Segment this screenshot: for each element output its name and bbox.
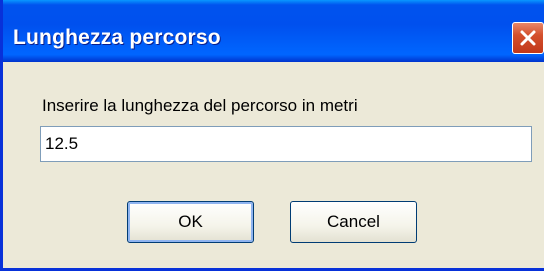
dialog-body: Inserire la lunghezza del percorso in me… [6,62,544,268]
window-title: Lunghezza percorso [13,26,221,49]
close-icon [520,30,536,46]
close-button[interactable] [512,22,544,54]
cancel-button[interactable]: Cancel [290,201,417,243]
title-bar[interactable]: Lunghezza percorso [3,0,544,62]
dialog-window: Lunghezza percorso Inserire la lunghezza… [0,0,544,271]
prompt-label: Inserire la lunghezza del percorso in me… [42,96,358,115]
ok-button[interactable]: OK [127,201,254,243]
length-input[interactable] [40,126,532,162]
